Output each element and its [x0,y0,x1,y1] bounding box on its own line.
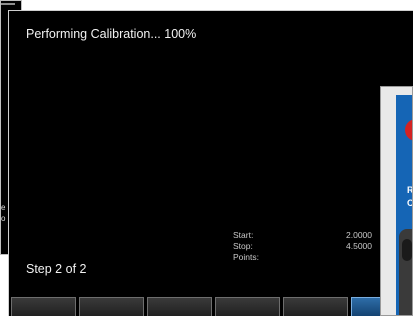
stop-value: 4.5000 [346,241,372,251]
softkey-4[interactable] [215,297,280,316]
start-label: Start: [233,230,254,240]
softkey-bar: F [9,297,413,316]
device-image [399,229,412,315]
overlapping-window-text: R [407,185,413,195]
stop-label: Stop: [233,241,253,251]
points-label: Points: [233,252,259,262]
softkey-1[interactable] [11,297,76,316]
step-indicator: Step 2 of 2 [26,262,87,276]
softkey-5[interactable] [283,297,348,316]
overlapping-window-text: O [407,198,412,208]
background-window-text: e [1,203,6,212]
device-lens-icon [402,239,412,261]
overlapping-window[interactable]: R O [380,86,413,316]
softkey-2[interactable] [79,297,144,316]
calibration-status-title: Performing Calibration... 100% [26,27,197,41]
calibration-dialog: Performing Calibration... 100% Start: 2.… [8,10,413,316]
softkey-3[interactable] [147,297,212,316]
start-value: 2.0000 [346,230,372,240]
background-window-titlebar [1,3,15,5]
background-window-text: o [1,214,6,223]
